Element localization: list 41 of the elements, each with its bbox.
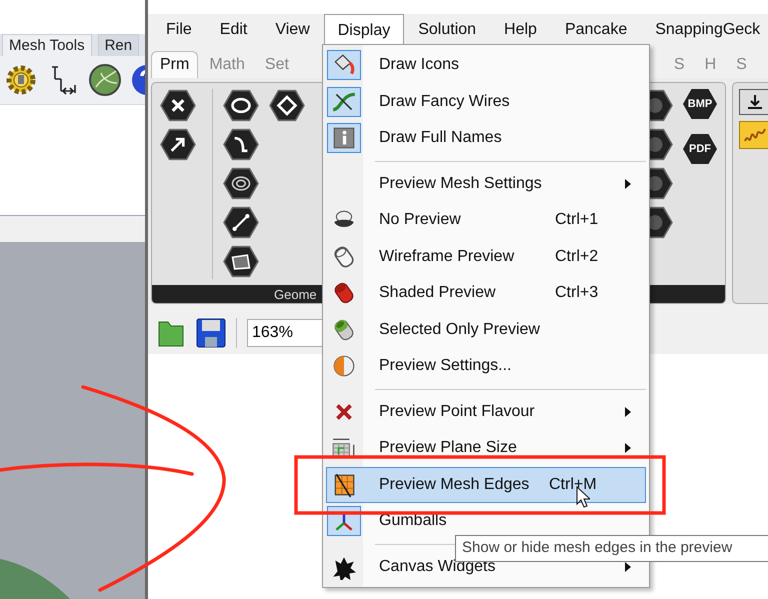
component-icon[interactable] bbox=[223, 245, 259, 278]
save-icon[interactable] bbox=[196, 318, 226, 348]
download-icon[interactable] bbox=[739, 89, 768, 115]
menu-item[interactable]: Draw Fancy Wires bbox=[326, 84, 646, 120]
menu-bar-item[interactable]: Edit bbox=[206, 14, 262, 46]
component-icon[interactable] bbox=[223, 206, 259, 239]
ribbon-tab[interactable]: Ren bbox=[98, 34, 140, 56]
gear-icon[interactable] bbox=[4, 63, 38, 97]
menu-item[interactable]: Preview Mesh Edges Ctrl+M bbox=[326, 466, 646, 503]
menu-item[interactable]: Preview Mesh Settings bbox=[326, 166, 646, 202]
component-icon[interactable] bbox=[223, 167, 259, 200]
menu-bar-item[interactable]: Display bbox=[324, 14, 404, 46]
menu-item[interactable]: No Preview Ctrl+1 bbox=[326, 202, 646, 238]
file-export-component[interactable]: PDF bbox=[683, 134, 717, 164]
menu-item[interactable]: Wireframe Preview Ctrl+2 bbox=[326, 238, 646, 275]
menu-item[interactable]: Preview Plane Size bbox=[326, 430, 646, 466]
component-icon[interactable] bbox=[223, 89, 259, 122]
info-icon bbox=[331, 125, 357, 152]
tooltip: Show or hide mesh edges in the preview bbox=[455, 535, 768, 562]
panel-label: Geome bbox=[274, 286, 317, 302]
globe-icon[interactable] bbox=[88, 63, 122, 97]
ribbon-tab[interactable]: Mesh Tools bbox=[2, 34, 92, 56]
component-tab[interactable]: Prm bbox=[151, 51, 198, 78]
file-export-component[interactable]: BMP bbox=[683, 89, 717, 119]
menu-bar-item[interactable]: View bbox=[261, 14, 324, 46]
menu-item[interactable]: Draw Icons bbox=[326, 47, 646, 84]
menu-item[interactable]: Shaded Preview Ctrl+3 bbox=[326, 275, 646, 312]
menu-item[interactable]: Draw Full Names bbox=[326, 120, 646, 156]
menu-bar-item[interactable]: Pancake bbox=[550, 14, 642, 46]
menu-item[interactable]: Preview Settings... bbox=[326, 348, 646, 384]
component-icon[interactable] bbox=[160, 128, 196, 161]
component-icon[interactable] bbox=[269, 89, 305, 122]
sphere-icon bbox=[331, 353, 357, 380]
menu-bar-item[interactable]: File bbox=[152, 14, 206, 46]
component-icon[interactable] bbox=[223, 128, 259, 161]
scribble-icon[interactable] bbox=[739, 121, 768, 149]
menu-item[interactable]: Preview Point Flavour bbox=[326, 394, 646, 430]
menu-bar-item[interactable]: Help bbox=[490, 14, 551, 46]
component-icon[interactable] bbox=[160, 89, 196, 122]
menu-bar-item[interactable]: Solution bbox=[404, 14, 490, 46]
menu-bar-item[interactable]: SnappingGeck bbox=[641, 14, 768, 46]
